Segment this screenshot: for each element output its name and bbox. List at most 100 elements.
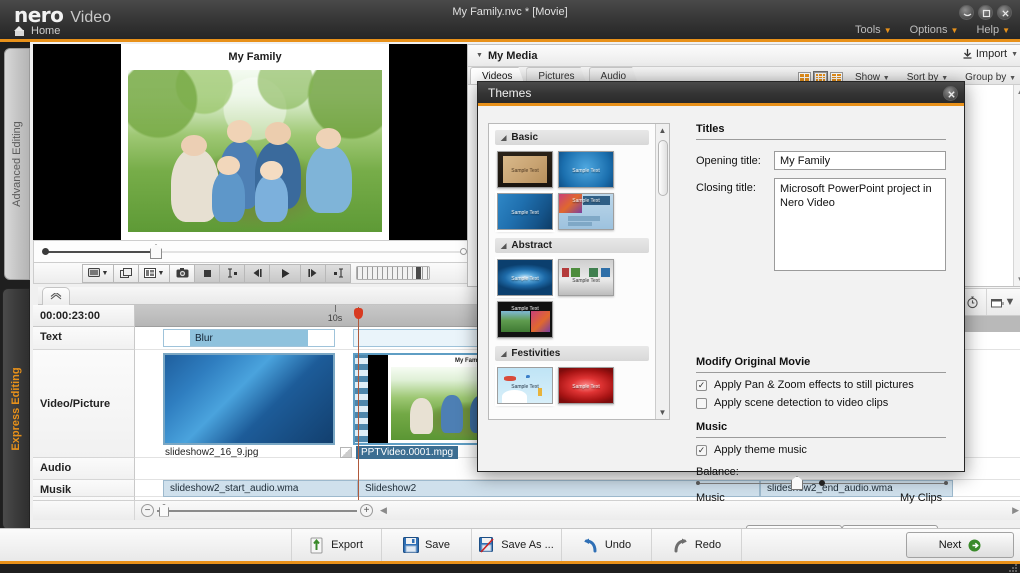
theme-group-basic-header[interactable]: ◢ Basic bbox=[495, 130, 649, 145]
import-button[interactable]: Import ▼ bbox=[963, 48, 1020, 60]
undo-label: Undo bbox=[604, 539, 632, 551]
close-icon[interactable] bbox=[943, 86, 958, 101]
tab-express-editing[interactable]: Express Editing bbox=[2, 288, 30, 530]
tab-advanced-editing[interactable]: Advanced Editing bbox=[4, 48, 30, 280]
home-button[interactable]: Home bbox=[14, 25, 60, 37]
theme-list[interactable]: ◢ Basic Sample Text Sample Text Sample T… bbox=[489, 124, 655, 419]
tab-advanced-editing-label: Advanced Editing bbox=[11, 121, 23, 207]
playhead[interactable] bbox=[354, 307, 363, 514]
theme-thumb[interactable]: Sample Text bbox=[497, 301, 553, 338]
checkbox-theme-music-box[interactable]: ✓ bbox=[696, 444, 707, 456]
menu-help[interactable]: Help ▼ bbox=[976, 24, 1010, 36]
scroll-right-icon[interactable]: ▶ bbox=[1012, 505, 1019, 516]
snapshot-button[interactable] bbox=[169, 263, 195, 283]
theme-list-scrollbar[interactable]: ▲ ▼ bbox=[655, 124, 669, 419]
transition-icon[interactable] bbox=[340, 447, 352, 458]
theme-thumb-selected[interactable]: Sample Text bbox=[495, 365, 555, 406]
undo-button[interactable]: Undo bbox=[562, 529, 652, 561]
track-label-audio-value: Audio bbox=[40, 462, 72, 474]
save-as-icon bbox=[479, 537, 494, 553]
opening-title-input[interactable] bbox=[774, 151, 946, 170]
timeline-zoom[interactable]: − + ◀ bbox=[141, 503, 387, 517]
scroll-down-icon[interactable]: ▼ bbox=[1014, 273, 1020, 286]
stop-button[interactable] bbox=[194, 263, 220, 283]
modify-section-heading: Modify Original Movie bbox=[696, 356, 811, 368]
add-media-button[interactable]: ▼ bbox=[987, 289, 1019, 315]
resize-grip[interactable] bbox=[1009, 564, 1017, 572]
checkbox-scene-detection[interactable]: Apply scene detection to video clips bbox=[696, 397, 888, 409]
zoom-out-button[interactable]: − bbox=[141, 504, 154, 517]
text-clip-blur[interactable]: Blur bbox=[163, 329, 335, 347]
balance-slider-right-stop bbox=[944, 481, 948, 485]
next-label: Next bbox=[938, 539, 962, 551]
menu-tools[interactable]: Tools ▼ bbox=[855, 24, 892, 36]
checkbox-pan-zoom-box[interactable]: ✓ bbox=[696, 379, 707, 391]
music-clip-1[interactable]: slideshow2_start_audio.wma bbox=[163, 480, 358, 497]
bottom-toolbar-spacer bbox=[0, 529, 292, 561]
mark-in-button[interactable] bbox=[219, 263, 245, 283]
menu-bar: Tools ▼ Options ▼ Help ▼ bbox=[855, 24, 1010, 36]
scroll-left-icon[interactable]: ◀ bbox=[380, 505, 387, 516]
group-by-menu[interactable]: Group by ▼ bbox=[965, 72, 1020, 83]
music-section-heading: Music bbox=[696, 421, 728, 433]
media-scrollbar[interactable]: ▲ ▼ bbox=[1013, 85, 1020, 286]
theme-thumb[interactable]: Sample Text bbox=[497, 151, 553, 188]
chevron-down-icon[interactable]: ▼ bbox=[476, 52, 483, 59]
save-button[interactable]: Save bbox=[382, 529, 472, 561]
save-as-button[interactable]: Save As ... bbox=[472, 529, 562, 561]
theme-thumb-label: Sample Text bbox=[511, 167, 539, 174]
menu-options-label: Options bbox=[909, 24, 948, 36]
track-label-text: Text bbox=[33, 327, 135, 350]
checkbox-pan-zoom[interactable]: ✓ Apply Pan & Zoom effects to still pict… bbox=[696, 379, 914, 391]
playhead-knob[interactable] bbox=[354, 308, 363, 319]
redo-button[interactable]: Redo bbox=[652, 529, 742, 561]
theme-thumb-selected[interactable]: Sample Text bbox=[495, 191, 555, 232]
redo-label: Redo bbox=[694, 539, 722, 551]
display-mode-button[interactable]: ▼ bbox=[82, 263, 114, 283]
theme-thumb-selected[interactable]: Sample Text bbox=[495, 257, 555, 298]
mark-out-button[interactable] bbox=[325, 263, 351, 283]
maximize-icon[interactable] bbox=[978, 5, 993, 20]
preview-scrubber[interactable] bbox=[33, 240, 476, 262]
step-back-button[interactable] bbox=[244, 263, 270, 283]
theme-group-festivities-header[interactable]: ◢ Festivities bbox=[495, 346, 649, 361]
timeline-footer-spacer bbox=[33, 501, 135, 520]
zoom-slider-handle[interactable] bbox=[159, 503, 169, 517]
scrollbar-thumb[interactable] bbox=[658, 140, 668, 196]
play-button[interactable] bbox=[269, 263, 301, 283]
theme-thumb[interactable]: Sample Text bbox=[558, 193, 614, 230]
picture-clip-filename: slideshow2_16_9.jpg bbox=[165, 447, 259, 458]
scroll-up-icon[interactable]: ▲ bbox=[656, 124, 669, 137]
theme-thumb[interactable]: Sample Text bbox=[558, 367, 614, 404]
theme-thumb[interactable]: Sample Text bbox=[558, 259, 614, 296]
track-label-text-value: Text bbox=[40, 331, 62, 343]
themes-dialog: Themes ◢ Basic Sample Text Sample Text S… bbox=[477, 81, 965, 546]
bottom-toolbar-fill bbox=[742, 529, 906, 561]
scrubber-handle[interactable] bbox=[150, 244, 162, 259]
picture-clip[interactable] bbox=[163, 353, 335, 445]
theme-group-abstract-header[interactable]: ◢ Abstract bbox=[495, 238, 649, 253]
minimize-icon[interactable] bbox=[959, 5, 974, 20]
layout-button[interactable]: ▼ bbox=[138, 263, 170, 283]
next-button[interactable]: Next bbox=[906, 532, 1014, 558]
scroll-up-icon[interactable]: ▲ bbox=[1014, 85, 1020, 98]
menu-options[interactable]: Options ▼ bbox=[910, 24, 959, 36]
jog-shuttle[interactable] bbox=[356, 266, 430, 280]
video-preview[interactable]: My Family bbox=[33, 44, 476, 240]
scroll-down-icon[interactable]: ▼ bbox=[656, 406, 669, 419]
fullscreen-button[interactable] bbox=[113, 263, 139, 283]
theme-thumb[interactable]: Sample Text bbox=[558, 151, 614, 188]
checkbox-theme-music[interactable]: ✓ Apply theme music bbox=[696, 444, 807, 456]
text-clip-blur-label: Blur bbox=[190, 330, 308, 346]
closing-title-textarea[interactable] bbox=[774, 178, 946, 271]
zoom-in-label: + bbox=[363, 504, 370, 516]
scrubber-end-marker bbox=[460, 248, 467, 255]
step-forward-button[interactable] bbox=[300, 263, 326, 283]
music-section-rule bbox=[696, 437, 946, 438]
zoom-slider-track[interactable] bbox=[157, 503, 357, 517]
export-button[interactable]: Export bbox=[292, 529, 382, 561]
close-icon[interactable] bbox=[997, 5, 1012, 20]
checkbox-scene-detection-box[interactable] bbox=[696, 397, 707, 409]
zoom-in-button[interactable]: + bbox=[360, 504, 373, 517]
timeline-collapse-button[interactable] bbox=[42, 287, 70, 305]
